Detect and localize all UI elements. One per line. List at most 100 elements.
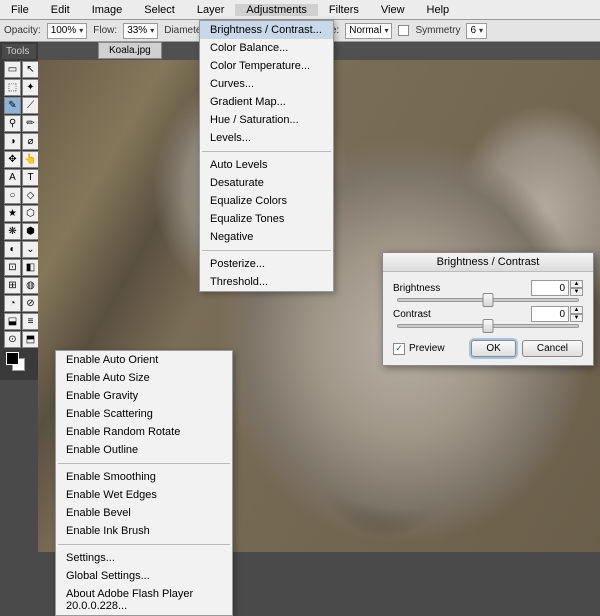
- menu-item[interactable]: Global Settings...: [56, 567, 232, 585]
- menu-item[interactable]: Auto Levels: [200, 156, 333, 174]
- symmetry-label: Symmetry: [415, 25, 460, 36]
- menu-item[interactable]: Hue / Saturation...: [200, 111, 333, 129]
- menu-item[interactable]: Enable Wet Edges: [56, 486, 232, 504]
- color-swatches: [2, 350, 36, 378]
- menu-item[interactable]: About Adobe Flash Player 20.0.0.228...: [56, 585, 232, 615]
- tool-16[interactable]: ★: [4, 205, 21, 222]
- brightness-thumb[interactable]: [483, 293, 494, 307]
- tool-1[interactable]: ↖: [22, 61, 39, 78]
- menu-item[interactable]: Enable Auto Orient: [56, 351, 232, 369]
- menu-item[interactable]: Desaturate: [200, 174, 333, 192]
- menu-item[interactable]: Posterize...: [200, 255, 333, 273]
- tool-5[interactable]: ⟋: [22, 97, 39, 114]
- ok-button[interactable]: OK: [471, 340, 515, 357]
- menu-item[interactable]: Color Temperature...: [200, 57, 333, 75]
- menu-item[interactable]: Enable Auto Size: [56, 369, 232, 387]
- menu-item[interactable]: Equalize Colors: [200, 192, 333, 210]
- menu-view[interactable]: View: [370, 4, 416, 16]
- contrast-slider[interactable]: [397, 324, 579, 328]
- tool-7[interactable]: ✏: [22, 115, 39, 132]
- tool-grid: ▭↖⬚✦✎⟋⚲✏◑⌀✥👆AT○◇★⬡❋⬢◐⌄⊡◧⊞◍◔⊘⬓≡⊙⬒: [2, 59, 36, 350]
- preview-label: Preview: [409, 343, 445, 354]
- tool-15[interactable]: ◇: [22, 187, 39, 204]
- blendmode-combo[interactable]: Normal: [345, 23, 392, 39]
- tool-26[interactable]: ◔: [4, 295, 21, 312]
- contrast-up-icon[interactable]: ▲: [570, 306, 583, 314]
- brightness-down-icon[interactable]: ▼: [570, 288, 583, 296]
- tool-23[interactable]: ◧: [22, 259, 39, 276]
- tool-21[interactable]: ⌄: [22, 241, 39, 258]
- menu-item[interactable]: Enable Scattering: [56, 405, 232, 423]
- brightness-label: Brightness: [393, 283, 440, 294]
- tool-9[interactable]: ⌀: [22, 133, 39, 150]
- tool-14[interactable]: ○: [4, 187, 21, 204]
- contrast-thumb[interactable]: [483, 319, 494, 333]
- tools-panel: Tools ▭↖⬚✦✎⟋⚲✏◑⌀✥👆AT○◇★⬡❋⬢◐⌄⊡◧⊞◍◔⊘⬓≡⊙⬒: [0, 42, 38, 380]
- menu-item[interactable]: Enable Random Rotate: [56, 423, 232, 441]
- tool-18[interactable]: ❋: [4, 223, 21, 240]
- brightness-slider[interactable]: [397, 298, 579, 302]
- preview-checkbox[interactable]: ✓: [393, 343, 405, 355]
- tool-28[interactable]: ⬓: [4, 313, 21, 330]
- tool-6[interactable]: ⚲: [4, 115, 21, 132]
- opacity-combo[interactable]: 100%: [47, 23, 88, 39]
- tool-4[interactable]: ✎: [4, 97, 21, 114]
- tool-20[interactable]: ◐: [4, 241, 21, 258]
- tool-17[interactable]: ⬡: [22, 205, 39, 222]
- menu-item[interactable]: Enable Gravity: [56, 387, 232, 405]
- tool-12[interactable]: A: [4, 169, 21, 186]
- flow-combo[interactable]: 33%: [123, 23, 158, 39]
- contrast-label: Contrast: [393, 309, 431, 320]
- menu-filters[interactable]: Filters: [318, 4, 370, 16]
- contrast-input[interactable]: [531, 306, 569, 322]
- menu-item[interactable]: Curves...: [200, 75, 333, 93]
- symmetry-checkbox[interactable]: [398, 25, 409, 36]
- symmetry-combo[interactable]: 6: [466, 23, 487, 39]
- menu-layer[interactable]: Layer: [186, 4, 236, 16]
- tool-13[interactable]: T: [22, 169, 39, 186]
- contrast-down-icon[interactable]: ▼: [570, 314, 583, 322]
- brightness-contrast-dialog: Brightness / Contrast Brightness ▲ ▼ Con…: [382, 252, 594, 366]
- tool-22[interactable]: ⊡: [4, 259, 21, 276]
- menu-item[interactable]: Equalize Tones: [200, 210, 333, 228]
- menu-item[interactable]: Levels...: [200, 129, 333, 147]
- brightness-up-icon[interactable]: ▲: [570, 280, 583, 288]
- menu-item[interactable]: Enable Smoothing: [56, 468, 232, 486]
- menu-edit[interactable]: Edit: [40, 4, 81, 16]
- menu-help[interactable]: Help: [416, 4, 461, 16]
- menu-item[interactable]: Threshold...: [200, 273, 333, 291]
- foreground-swatch[interactable]: [6, 352, 19, 365]
- tool-30[interactable]: ⊙: [4, 331, 21, 348]
- menu-item[interactable]: Enable Ink Brush: [56, 522, 232, 540]
- tool-11[interactable]: 👆: [22, 151, 39, 168]
- tool-3[interactable]: ✦: [22, 79, 39, 96]
- menu-file[interactable]: File: [0, 4, 40, 16]
- menu-item[interactable]: Enable Outline: [56, 441, 232, 459]
- tool-10[interactable]: ✥: [4, 151, 21, 168]
- menubar: FileEditImageSelectLayerAdjustmentsFilte…: [0, 0, 600, 20]
- tools-title: Tools: [2, 44, 36, 59]
- tool-24[interactable]: ⊞: [4, 277, 21, 294]
- tool-0[interactable]: ▭: [4, 61, 21, 78]
- tool-2[interactable]: ⬚: [4, 79, 21, 96]
- menu-adjustments[interactable]: Adjustments: [235, 4, 318, 16]
- menu-item[interactable]: Negative: [200, 228, 333, 246]
- document-tab[interactable]: Koala.jpg: [98, 42, 162, 59]
- cancel-button[interactable]: Cancel: [522, 340, 583, 357]
- tool-27[interactable]: ⊘: [22, 295, 39, 312]
- brightness-spinner: ▲ ▼: [531, 280, 583, 296]
- menu-image[interactable]: Image: [81, 4, 134, 16]
- tool-8[interactable]: ◑: [4, 133, 21, 150]
- menu-item[interactable]: Gradient Map...: [200, 93, 333, 111]
- tool-31[interactable]: ⬒: [22, 331, 39, 348]
- tool-19[interactable]: ⬢: [22, 223, 39, 240]
- menu-select[interactable]: Select: [133, 4, 186, 16]
- menu-item[interactable]: Color Balance...: [200, 39, 333, 57]
- tool-29[interactable]: ≡: [22, 313, 39, 330]
- opacity-label: Opacity:: [4, 25, 41, 36]
- flow-label: Flow:: [93, 25, 117, 36]
- menu-item[interactable]: Enable Bevel: [56, 504, 232, 522]
- menu-item[interactable]: Brightness / Contrast...: [200, 21, 333, 39]
- brightness-input[interactable]: [531, 280, 569, 296]
- tool-25[interactable]: ◍: [22, 277, 39, 294]
